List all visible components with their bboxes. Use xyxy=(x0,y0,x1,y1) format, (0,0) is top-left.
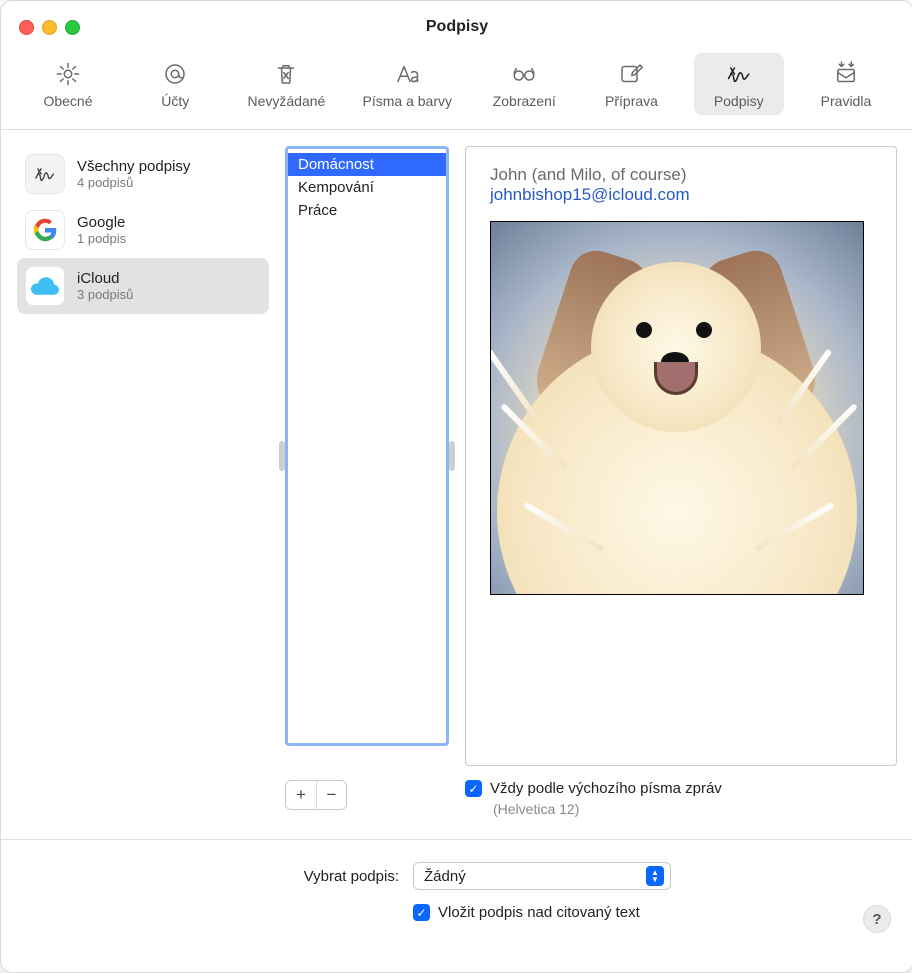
preview-image xyxy=(490,221,864,595)
window-title: Podpisy xyxy=(1,18,912,36)
account-count: 1 podpis xyxy=(77,231,126,246)
glasses-icon xyxy=(509,59,539,89)
match-default-font-checkbox[interactable]: ✓ Vždy podle výchozího písma zpráv xyxy=(465,780,897,797)
prefs-toolbar: Obecné Účty Nevyžádané Písma a barvy Zob… xyxy=(1,53,912,129)
zoom-window-button[interactable] xyxy=(65,20,80,35)
account-list[interactable]: Všechny podpisy 4 podpisů Google 1 podpi… xyxy=(17,146,269,766)
checkmark-icon: ✓ xyxy=(465,780,482,797)
tab-label: Podpisy xyxy=(714,93,764,109)
tab-label: Obecné xyxy=(43,93,92,109)
place-above-quoted-checkbox[interactable]: ✓ Vložit podpis nad citovaný text xyxy=(413,904,640,921)
tab-label: Zobrazení xyxy=(493,93,556,109)
tab-label: Účty xyxy=(161,93,189,109)
at-sign-icon xyxy=(160,59,190,89)
add-remove-controls: + − xyxy=(285,780,449,810)
tab-rules[interactable]: Pravidla xyxy=(801,53,891,115)
preview-email: johnbishop15@icloud.com xyxy=(490,185,872,205)
fonts-icon xyxy=(392,59,422,89)
footer-panel: Vybrat podpis: Žádný ▲▼ ✓ Vložit podpis … xyxy=(1,839,912,953)
tab-label: Písma a barvy xyxy=(363,93,452,109)
signature-item[interactable]: Kempování xyxy=(288,176,446,199)
main-columns: Všechny podpisy 4 podpisů Google 1 podpi… xyxy=(1,130,912,774)
traffic-lights xyxy=(1,20,80,35)
icloud-icon xyxy=(25,266,65,306)
choose-signature-select[interactable]: Žádný ▲▼ xyxy=(413,862,671,890)
tab-fonts[interactable]: Písma a barvy xyxy=(353,53,462,115)
account-count: 3 podpisů xyxy=(77,287,133,302)
below-columns-row: + − ✓ Vždy podle výchozího písma zpráv (… xyxy=(1,774,912,817)
account-name: iCloud xyxy=(77,270,133,287)
column-resize-handle[interactable] xyxy=(279,441,285,471)
preview-display-name: John (and Milo, of course) xyxy=(490,165,872,185)
google-icon xyxy=(25,210,65,250)
remove-signature-button[interactable]: − xyxy=(316,781,346,809)
updown-arrows-icon: ▲▼ xyxy=(646,866,664,886)
tab-viewing[interactable]: Zobrazení xyxy=(479,53,569,115)
signature-item[interactable]: Práce xyxy=(288,199,446,222)
account-google[interactable]: Google 1 podpis xyxy=(17,202,269,258)
tab-general[interactable]: Obecné xyxy=(23,53,113,115)
checkbox-label: Vždy podle výchozího písma zpráv xyxy=(490,780,722,797)
signature-icon xyxy=(724,59,754,89)
signature-item[interactable]: Domácnost xyxy=(288,153,446,176)
default-font-display: (Helvetica 12) xyxy=(493,801,897,817)
rules-icon xyxy=(831,59,861,89)
compose-icon xyxy=(616,59,646,89)
preferences-window: Podpisy Obecné Účty Nevyžádané Písma a b… xyxy=(0,0,912,973)
close-window-button[interactable] xyxy=(19,20,34,35)
column-resize-handle[interactable] xyxy=(449,441,455,471)
tab-label: Příprava xyxy=(605,93,658,109)
trash-x-icon xyxy=(271,59,301,89)
add-signature-button[interactable]: + xyxy=(286,781,316,809)
help-button[interactable]: ? xyxy=(863,905,891,933)
tab-composing[interactable]: Příprava xyxy=(586,53,676,115)
question-mark-icon: ? xyxy=(872,911,881,928)
minimize-window-button[interactable] xyxy=(42,20,57,35)
tab-label: Pravidla xyxy=(821,93,872,109)
checkbox-label: Vložit podpis nad citovaný text xyxy=(438,904,640,921)
signature-icon xyxy=(25,154,65,194)
tab-junk[interactable]: Nevyžádané xyxy=(237,53,335,115)
gear-icon xyxy=(53,59,83,89)
choose-signature-label: Vybrat podpis: xyxy=(19,868,399,885)
tab-signatures[interactable]: Podpisy xyxy=(694,53,784,115)
account-count: 4 podpisů xyxy=(77,175,190,190)
signature-list[interactable]: Domácnost Kempování Práce xyxy=(285,146,449,766)
checkmark-icon: ✓ xyxy=(413,904,430,921)
select-value: Žádný xyxy=(424,868,466,885)
account-all-signatures[interactable]: Všechny podpisy 4 podpisů xyxy=(17,146,269,202)
account-name: Všechny podpisy xyxy=(77,158,190,175)
account-icloud[interactable]: iCloud 3 podpisů xyxy=(17,258,269,314)
tab-accounts[interactable]: Účty xyxy=(130,53,220,115)
tab-label: Nevyžádané xyxy=(247,93,325,109)
titlebar: Podpisy xyxy=(1,1,912,53)
account-name: Google xyxy=(77,214,126,231)
signature-preview[interactable]: John (and Milo, of course) johnbishop15@… xyxy=(465,146,897,766)
